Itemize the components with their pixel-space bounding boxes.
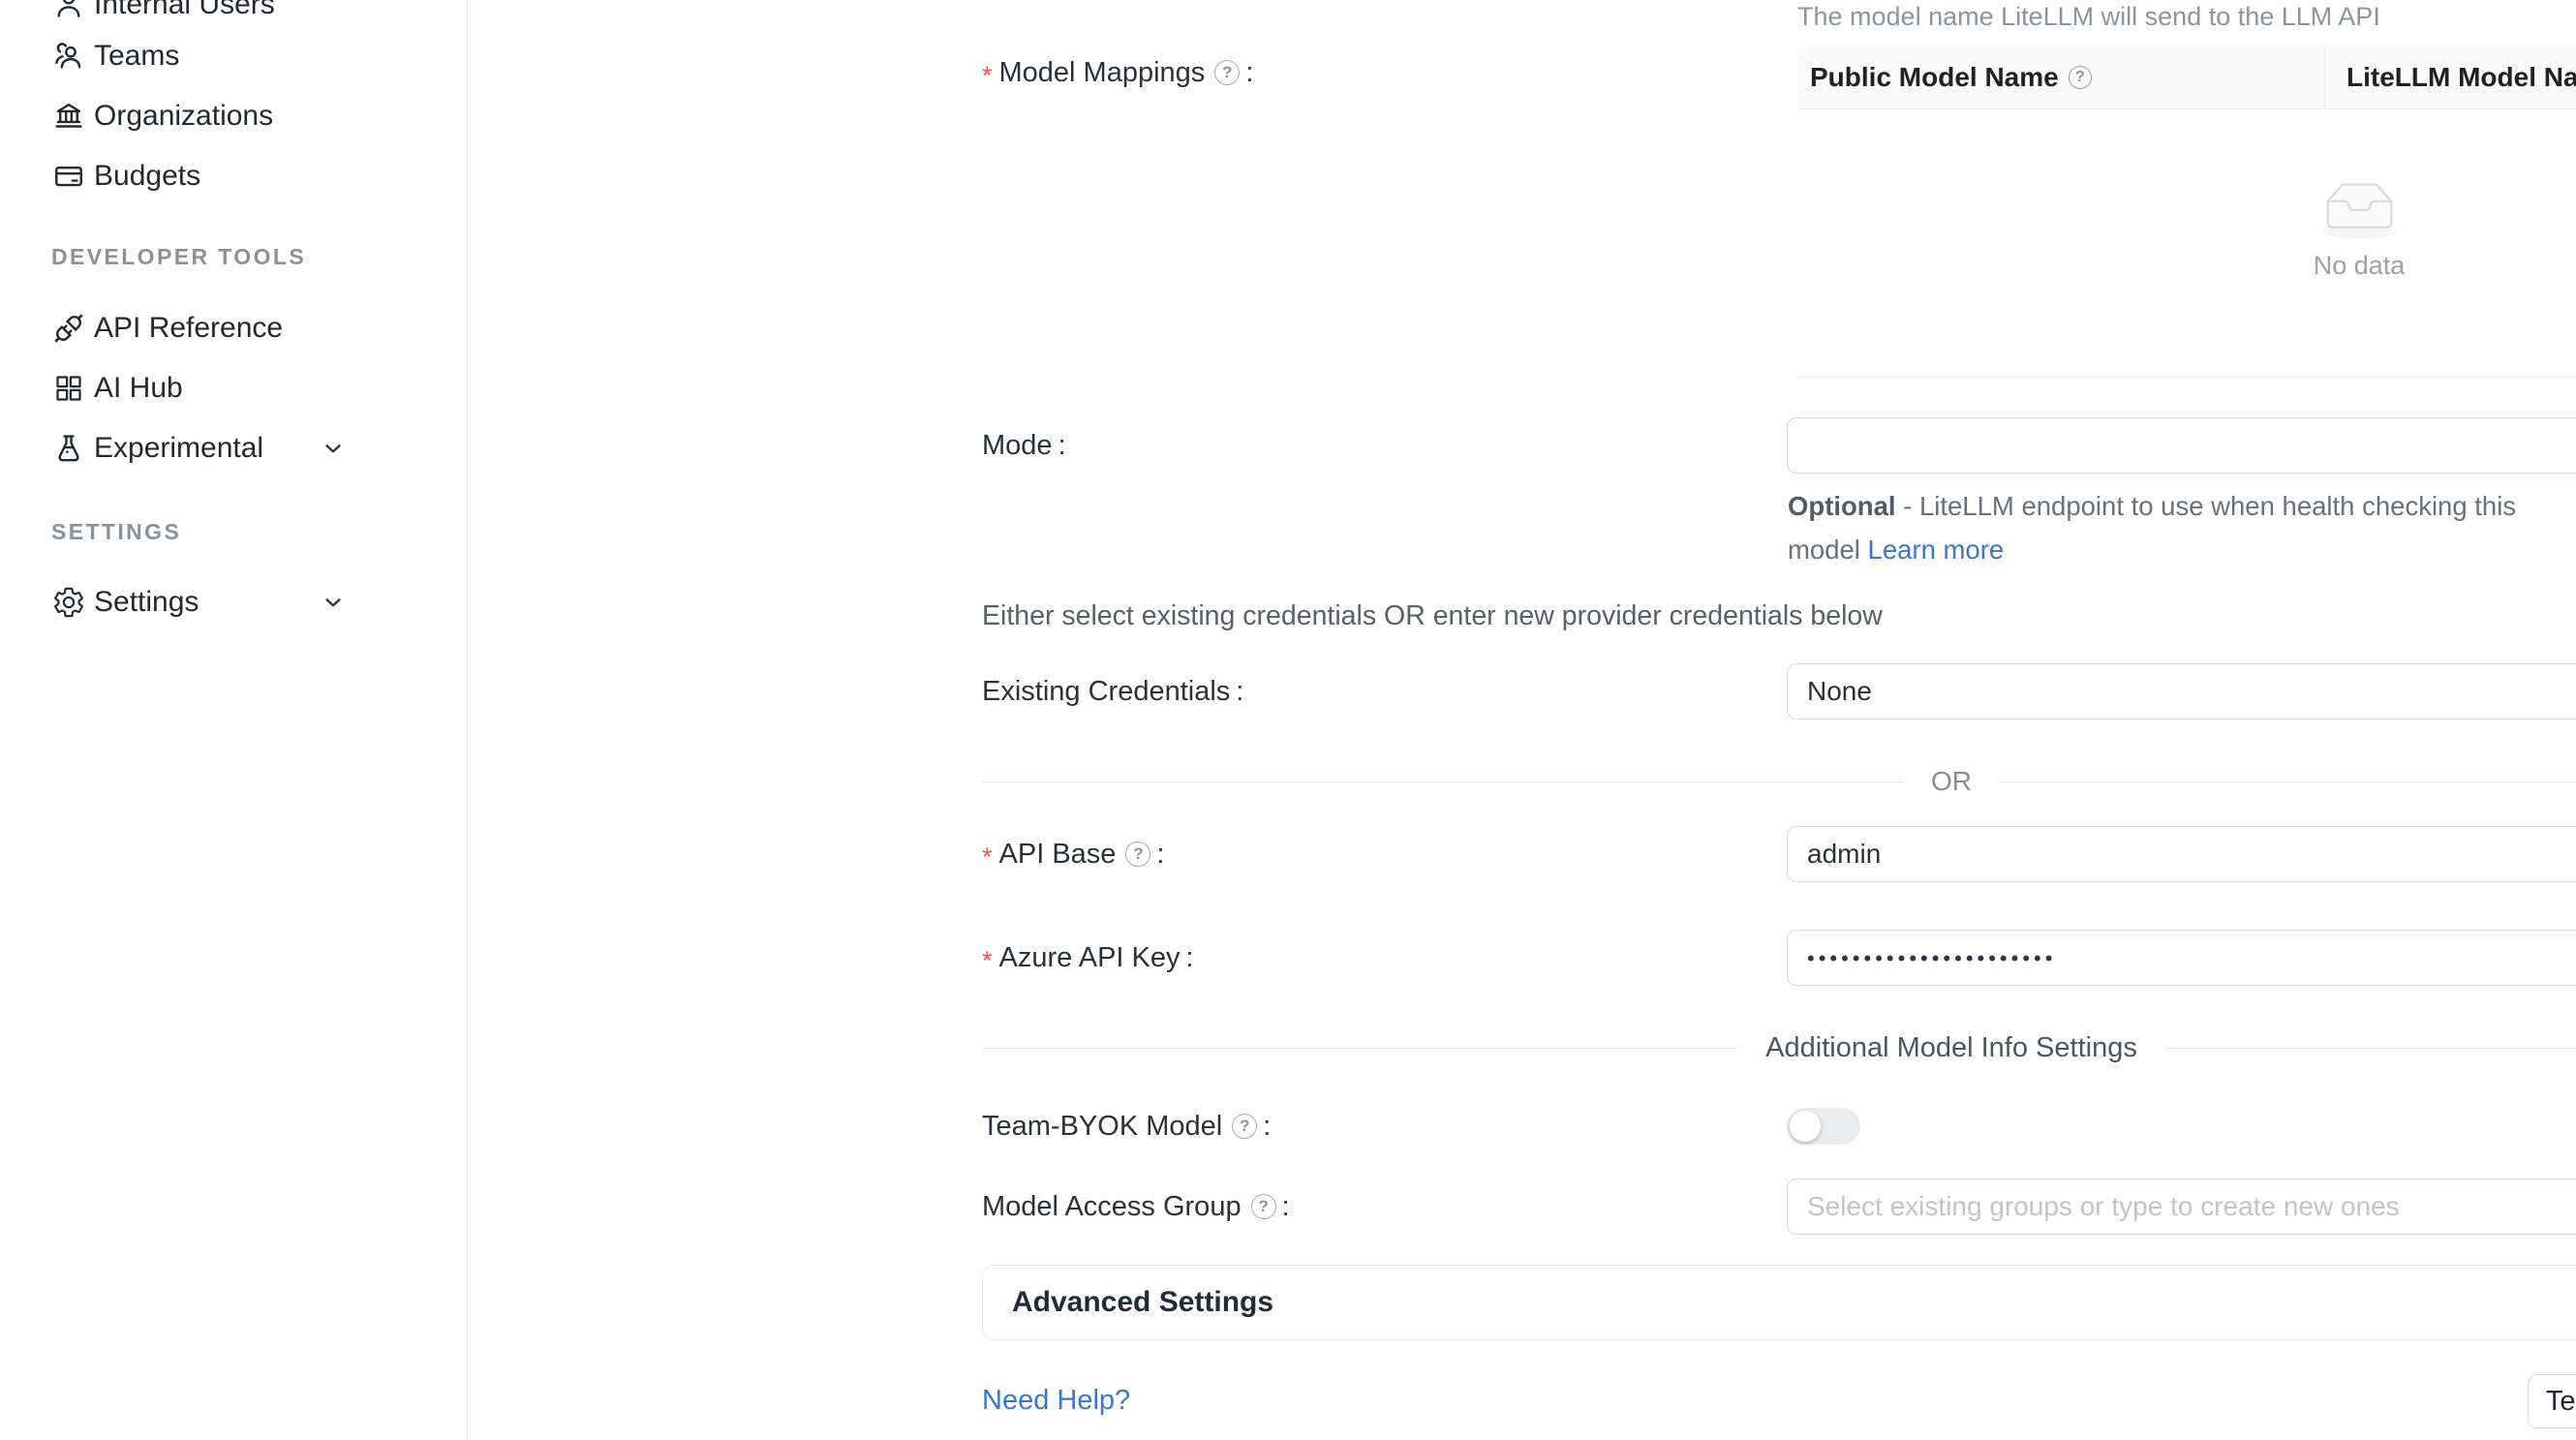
select-value: None [1807,676,1872,707]
label-colon: : [1263,1111,1271,1143]
team-byok-label: Team-BYOK Model ? : [982,1098,1271,1154]
sidebar-item-budgets[interactable]: Budgets [0,146,468,206]
sidebar-item-settings[interactable]: Settings [0,572,468,632]
label-colon: : [1282,1191,1290,1223]
column-header-litellm-model-name: LiteLLM Model Name ? [2325,46,2576,108]
label-text: API Base [999,839,1117,871]
sidebar-item-label: Settings [94,586,199,619]
sidebar-item-label: Experimental [94,432,263,465]
column-header-text: LiteLLM Model Name [2346,62,2576,93]
sidebar: Internal Users Teams Orga [0,0,468,1440]
label-colon: : [1236,676,1243,708]
need-help-link[interactable]: Need Help? [982,1385,1130,1417]
mode-help-text: Optional - LiteLLM endpoint to use when … [1788,484,2567,571]
help-circle-icon[interactable]: ? [2069,66,2092,89]
required-asterisk: * [982,61,993,91]
empty-inbox-icon [2309,176,2410,242]
input-value: admin [1807,839,1881,870]
help-circle-icon[interactable]: ? [1125,842,1150,867]
divider-text: Additional Model Info Settings [1765,1032,2137,1064]
litellm-model-helper-text: The model name LiteLLM will send to the … [1797,2,2380,32]
mode-select[interactable] [1787,417,2576,474]
help-circle-icon[interactable]: ? [1214,60,1240,85]
help-circle-icon[interactable]: ? [1251,1194,1276,1219]
help-bold: Optional [1788,491,1896,521]
label-text: Model Access Group [982,1191,1242,1223]
label-text: Model Mappings [999,57,1206,89]
model-access-group-select[interactable]: Select existing groups or type to create… [1787,1179,2576,1235]
sidebar-item-teams[interactable]: Teams [0,26,468,86]
no-data-text: No data [1797,251,2576,281]
divider-line [982,1048,1738,1049]
label-colon: : [1156,839,1164,871]
required-asterisk: * [982,843,993,873]
label-text: Existing Credentials [982,676,1230,708]
add-model-page: Internal Users Teams Orga [0,0,2576,1440]
chevron-down-icon [320,589,347,616]
model-mappings-table: Public Model Name ? LiteLLM Model Name ?… [1797,46,2576,378]
learn-more-link[interactable]: Learn more [1868,535,2005,565]
label-text: Azure API Key [999,942,1181,974]
credit-card-icon [51,159,86,194]
sidebar-item-label: API Reference [94,312,283,345]
advanced-settings-title: Advanced Settings [1012,1286,1273,1319]
model-access-group-label: Model Access Group ? : [982,1179,1290,1235]
sidebar-item-label: AI Hub [94,372,183,405]
azure-api-key-label: * Azure API Key : [982,930,1194,986]
divider-line [982,781,1904,782]
column-header-text: Public Model Name [1810,62,2059,93]
sidebar-item-api-reference[interactable]: API Reference [0,298,468,358]
sidebar-item-label: Budgets [94,160,200,193]
divider-line [1999,781,2576,782]
sidebar-item-label: Teams [94,40,179,73]
sidebar-item-experimental[interactable]: Experimental [0,418,468,478]
label-colon: : [1245,57,1253,89]
help-circle-icon[interactable]: ? [1232,1114,1257,1139]
api-base-label: * API Base ? : [982,826,1164,882]
label-text: Mode [982,430,1053,462]
masked-password-value: •••••••••••••••••••••• [1807,946,2056,971]
sidebar-item-label: Internal Users [94,0,275,21]
flask-icon [51,431,86,466]
model-mappings-label: * Model Mappings ? : [982,45,1253,101]
sidebar-section-developer-tools: DEVELOPER TOOLS [51,244,306,270]
label-colon: : [1058,430,1066,462]
select-placeholder: Select existing groups or type to create… [1807,1191,2400,1222]
appstore-icon [51,371,86,406]
mode-label: Mode : [982,417,1066,474]
chevron-down-icon [320,435,347,462]
sidebar-section-settings: SETTINGS [51,519,181,545]
gear-icon [51,585,86,620]
plug-icon [51,311,86,346]
sidebar-item-ai-hub[interactable]: AI Hub [0,358,468,418]
toggle-knob [1790,1111,1821,1142]
required-asterisk: * [982,946,993,976]
divider-text: OR [1931,766,1972,797]
empty-state: No data [1797,176,2576,281]
column-header-public-model-name: Public Model Name ? [1797,46,2325,108]
add-model-form: The model name LiteLLM will send to the … [468,0,2576,1440]
sidebar-item-organizations[interactable]: Organizations [0,86,468,146]
sidebar-item-label: Organizations [94,100,273,133]
credentials-note: Either select existing credentials OR en… [982,600,1883,632]
existing-credentials-select[interactable]: None [1787,663,2576,720]
advanced-settings-panel[interactable]: Advanced Settings [982,1265,2576,1340]
table-header-row: Public Model Name ? LiteLLM Model Name ? [1797,46,2576,109]
azure-api-key-input[interactable]: •••••••••••••••••••••• [1787,930,2576,986]
api-base-input[interactable]: admin [1787,826,2576,882]
or-divider: OR [982,765,2576,798]
bank-icon [51,99,86,134]
label-colon: : [1186,942,1194,974]
team-byok-toggle[interactable] [1787,1108,1860,1145]
additional-model-info-divider: Additional Model Info Settings [982,1031,2576,1064]
user-icon [51,0,86,22]
test-connect-button[interactable]: Test Connect [2528,1374,2576,1428]
label-text: Team-BYOK Model [982,1111,1222,1143]
divider-line [2164,1048,2576,1049]
existing-credentials-label: Existing Credentials : [982,663,1243,720]
team-icon [51,39,86,74]
